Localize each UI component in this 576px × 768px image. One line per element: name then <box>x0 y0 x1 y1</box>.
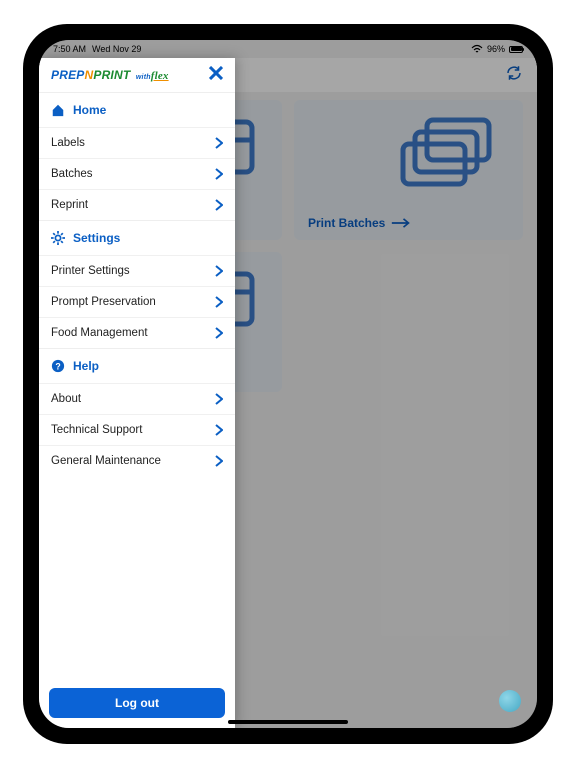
section-home-label: Home <box>73 103 106 117</box>
nav-item-label: Printer Settings <box>51 265 130 277</box>
section-home[interactable]: Home <box>39 92 235 127</box>
logout-button[interactable]: Log out <box>49 688 225 718</box>
section-settings[interactable]: Settings <box>39 220 235 255</box>
section-settings-label: Settings <box>73 231 120 245</box>
nav-drawer: PREPNPRINT withflex Home Labels Batches … <box>39 58 235 728</box>
svg-text:?: ? <box>55 362 60 372</box>
status-time: 7:50 AM <box>53 44 86 54</box>
battery-pct: 96% <box>487 44 505 54</box>
chevron-right-icon <box>215 455 223 467</box>
screen: 7:50 AM Wed Nov 29 96% PREPNPRINT withfl… <box>39 40 537 728</box>
status-date: Wed Nov 29 <box>92 44 141 54</box>
nav-item-label: Technical Support <box>51 424 142 436</box>
gear-icon <box>51 231 65 245</box>
battery-icon <box>509 46 523 53</box>
section-help[interactable]: ? Help <box>39 348 235 383</box>
nav-item-printer-settings[interactable]: Printer Settings <box>39 255 235 286</box>
nav-item-label: About <box>51 393 81 405</box>
drawer-logo: PREPNPRINT withflex <box>51 68 169 82</box>
nav-item-label: General Maintenance <box>51 455 161 467</box>
nav-item-labels[interactable]: Labels <box>39 127 235 158</box>
chevron-right-icon <box>215 137 223 149</box>
chevron-right-icon <box>215 296 223 308</box>
chevron-right-icon <box>215 265 223 277</box>
section-help-label: Help <box>73 359 99 373</box>
device-frame: 7:50 AM Wed Nov 29 96% PREPNPRINT withfl… <box>23 24 553 744</box>
home-indicator <box>228 720 348 724</box>
help-icon: ? <box>51 359 65 373</box>
nav-item-batches[interactable]: Batches <box>39 158 235 189</box>
nav-item-label: Food Management <box>51 327 148 339</box>
nav-item-label: Batches <box>51 168 93 180</box>
nav-item-label: Labels <box>51 137 85 149</box>
nav-item-label: Prompt Preservation <box>51 296 156 308</box>
status-bar: 7:50 AM Wed Nov 29 96% <box>39 40 537 58</box>
home-icon <box>51 103 65 117</box>
nav-item-about[interactable]: About <box>39 383 235 414</box>
wifi-icon <box>471 44 483 54</box>
nav-item-general-maintenance[interactable]: General Maintenance <box>39 445 235 476</box>
nav-item-technical-support[interactable]: Technical Support <box>39 414 235 445</box>
nav-item-food-management[interactable]: Food Management <box>39 317 235 348</box>
chevron-right-icon <box>215 168 223 180</box>
chevron-right-icon <box>215 199 223 211</box>
nav-item-prompt-preservation[interactable]: Prompt Preservation <box>39 286 235 317</box>
logout-label: Log out <box>115 696 159 710</box>
chevron-right-icon <box>215 393 223 405</box>
chevron-right-icon <box>215 327 223 339</box>
help-fab[interactable] <box>499 690 521 712</box>
close-icon[interactable] <box>209 66 223 85</box>
nav-item-reprint[interactable]: Reprint <box>39 189 235 220</box>
nav-item-label: Reprint <box>51 199 88 211</box>
chevron-right-icon <box>215 424 223 436</box>
